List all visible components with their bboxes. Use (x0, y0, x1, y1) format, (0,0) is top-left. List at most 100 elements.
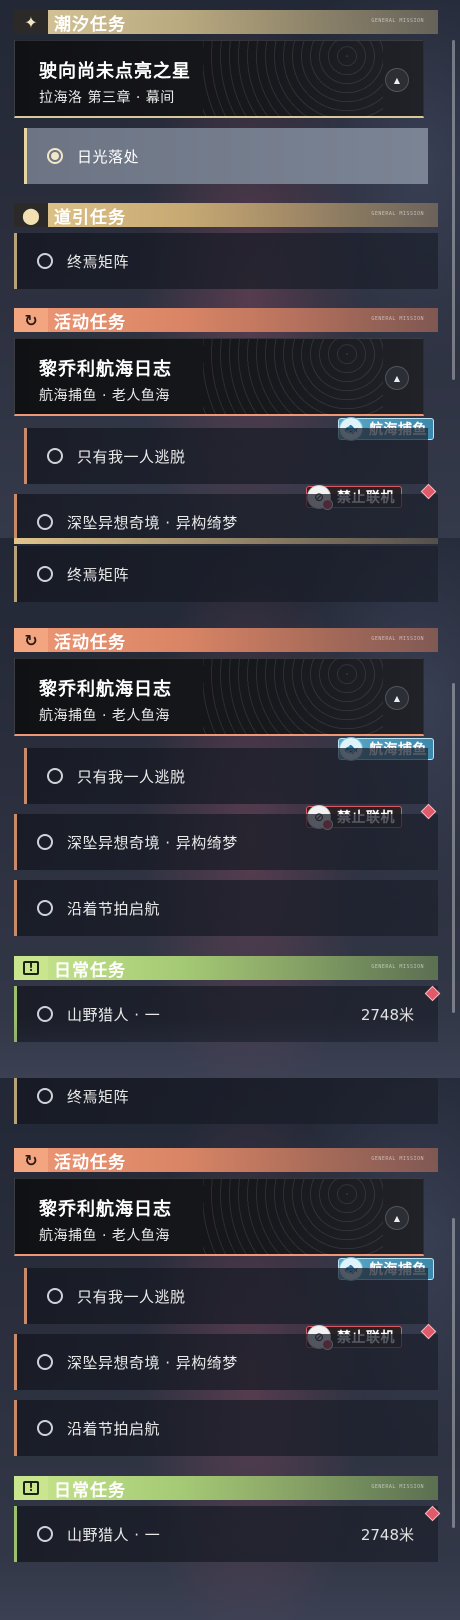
event-swirl-icon: ↻ (14, 1148, 48, 1172)
category-header-daily[interactable]: ! 日常任务 GENERAL MISSION (14, 1476, 438, 1501)
radio-empty-icon (37, 514, 53, 530)
quest-step-label: 深坠异想奇境 · 异构绮梦 (67, 833, 238, 852)
distance-label: 2748米 (360, 1525, 414, 1544)
radio-empty-icon (37, 566, 53, 582)
quest-step-label: 只有我一人逃脱 (77, 767, 186, 786)
collapse-arrow-icon[interactable]: ▲ (385, 366, 409, 390)
quest-step[interactable]: 终焉矩阵 (14, 233, 438, 289)
category-fine-print: GENERAL MISSION (371, 211, 424, 217)
alert-diamond-icon (424, 985, 441, 1002)
radio-empty-icon (47, 448, 63, 464)
exclamation-box-icon: ! (14, 1476, 48, 1500)
category-header-daily[interactable]: ! 日常任务 GENERAL MISSION (14, 956, 438, 981)
scrollbar[interactable] (452, 683, 455, 1013)
category-header-tide[interactable]: ✦ 潮汐任务 GENERAL MISSION (14, 10, 438, 35)
quest-step-label: 只有我一人逃脱 (77, 1287, 186, 1306)
quest-subtitle: 航海捕鱼 · 老人鱼海 (39, 1228, 170, 1244)
quest-card-event[interactable]: 黎乔利航海日志 航海捕鱼 · 老人鱼海 ▲ (14, 658, 424, 736)
radio-empty-icon (47, 768, 63, 784)
quest-step[interactable]: 深坠异想奇境 · 异构绮梦 (14, 803, 438, 870)
topographic-pattern (203, 339, 383, 415)
category-label: 活动任务 (54, 312, 126, 333)
category-fine-print: GENERAL MISSION (371, 964, 424, 970)
topographic-pattern (203, 659, 383, 735)
radio-empty-icon (47, 1288, 63, 1304)
quest-step[interactable]: 山野猎人 · 一 2748米 (14, 985, 441, 1042)
quest-step-active[interactable]: 日光落处 (24, 128, 428, 184)
category-header-event[interactable]: ↻ 活动任务 GENERAL MISSION (14, 308, 438, 333)
radio-empty-icon (37, 253, 53, 269)
collapse-arrow-icon[interactable]: ▲ (385, 68, 409, 92)
category-header-event[interactable]: ↻ 活动任务 GENERAL MISSION (14, 628, 438, 653)
category-label: 日常任务 (54, 1480, 126, 1501)
scrollbar[interactable] (452, 40, 455, 380)
category-header-guide-partial (14, 538, 438, 544)
quest-step-label: 山野猎人 · 一 (67, 1525, 161, 1544)
radio-selected-icon (47, 148, 63, 164)
collapse-arrow-icon[interactable]: ▲ (385, 1206, 409, 1230)
category-fine-print: GENERAL MISSION (371, 636, 424, 642)
quest-title: 黎乔利航海日志 (39, 1199, 172, 1220)
quest-step-label: 只有我一人逃脱 (77, 447, 186, 466)
category-label: 潮汐任务 (54, 14, 126, 35)
quest-step[interactable]: 沿着节拍启航 (14, 1400, 438, 1456)
category-header-event[interactable]: ↻ 活动任务 GENERAL MISSION (14, 1148, 438, 1173)
quest-title: 黎乔利航海日志 (39, 679, 172, 700)
quest-step[interactable]: 深坠异想奇境 · 异构绮梦 (14, 483, 438, 538)
quest-step[interactable]: 只有我一人逃脱 (24, 748, 428, 804)
category-label: 活动任务 (54, 1152, 126, 1173)
collapse-arrow-icon[interactable]: ▲ (385, 686, 409, 710)
category-header-guide[interactable]: ⬤ 道引任务 GENERAL MISSION (14, 203, 438, 228)
category-label: 道引任务 (54, 207, 126, 228)
topographic-pattern (203, 41, 383, 117)
category-fine-print: GENERAL MISSION (371, 316, 424, 322)
quest-step[interactable]: 山野猎人 · 一 2748米 (14, 1505, 441, 1562)
quest-step-label: 沿着节拍启航 (67, 1419, 161, 1438)
category-label: 活动任务 (54, 632, 126, 653)
quest-title: 驶向尚未点亮之星 (39, 61, 191, 82)
event-swirl-icon: ↻ (14, 308, 48, 332)
distance-label: 2748米 (360, 1005, 414, 1024)
quest-card-event[interactable]: 黎乔利航海日志 航海捕鱼 · 老人鱼海 ▲ (14, 1178, 424, 1256)
quest-step-label: 终焉矩阵 (67, 1087, 130, 1106)
exclamation-box-icon: ! (14, 956, 48, 980)
alert-diamond-icon (424, 1505, 441, 1522)
alert-diamond-icon (420, 483, 437, 500)
quest-list-panel-2: 终焉矩阵 ↻ 活动任务 GENERAL MISSION 黎乔利航海日志 航海捕鱼… (0, 538, 460, 1078)
quest-step-label: 山野猎人 · 一 (67, 1005, 161, 1024)
quest-subtitle: 拉海洛 第三章 · 幕间 (39, 90, 175, 106)
topographic-pattern (203, 1179, 383, 1255)
category-fine-print: GENERAL MISSION (371, 1156, 424, 1162)
quest-title: 黎乔利航海日志 (39, 359, 172, 380)
radio-empty-icon (37, 834, 53, 850)
radio-empty-icon (37, 1420, 53, 1436)
alert-diamond-icon (420, 1323, 437, 1340)
category-label: 日常任务 (54, 960, 126, 981)
radio-empty-icon (37, 900, 53, 916)
event-swirl-icon: ↻ (14, 628, 48, 652)
four-point-star-icon: ✦ (14, 10, 48, 34)
quest-card-event[interactable]: 黎乔利航海日志 航海捕鱼 · 老人鱼海 ▲ (14, 338, 424, 416)
quest-subtitle: 航海捕鱼 · 老人鱼海 (39, 708, 170, 724)
quest-step-label: 日光落处 (77, 147, 140, 166)
quest-step-label: 沿着节拍启航 (67, 899, 161, 918)
quest-step[interactable]: 只有我一人逃脱 (24, 428, 428, 484)
quest-step-label: 终焉矩阵 (67, 565, 130, 584)
quest-card-tide[interactable]: 驶向尚未点亮之星 拉海洛 第三章 · 幕间 ▲ (14, 40, 424, 118)
quest-subtitle: 航海捕鱼 · 老人鱼海 (39, 388, 170, 404)
quest-step[interactable]: 终焉矩阵 (14, 1078, 438, 1124)
radio-empty-icon (37, 1354, 53, 1370)
quest-step[interactable]: 只有我一人逃脱 (24, 1268, 428, 1324)
quest-list-panel-3: 终焉矩阵 ↻ 活动任务 GENERAL MISSION 黎乔利航海日志 航海捕鱼… (0, 1078, 460, 1620)
quest-step-label: 深坠异想奇境 · 异构绮梦 (67, 513, 238, 532)
category-fine-print: GENERAL MISSION (371, 18, 424, 24)
quest-step[interactable]: 终焉矩阵 (14, 546, 438, 602)
quest-step[interactable]: 沿着节拍启航 (14, 880, 438, 936)
quest-step-label: 终焉矩阵 (67, 252, 130, 271)
alert-diamond-icon (420, 803, 437, 820)
radio-empty-icon (37, 1006, 53, 1022)
scrollbar[interactable] (452, 1218, 455, 1528)
radio-empty-icon (37, 1526, 53, 1542)
quest-step[interactable]: 深坠异想奇境 · 异构绮梦 (14, 1323, 438, 1390)
category-fine-print: GENERAL MISSION (371, 1484, 424, 1490)
